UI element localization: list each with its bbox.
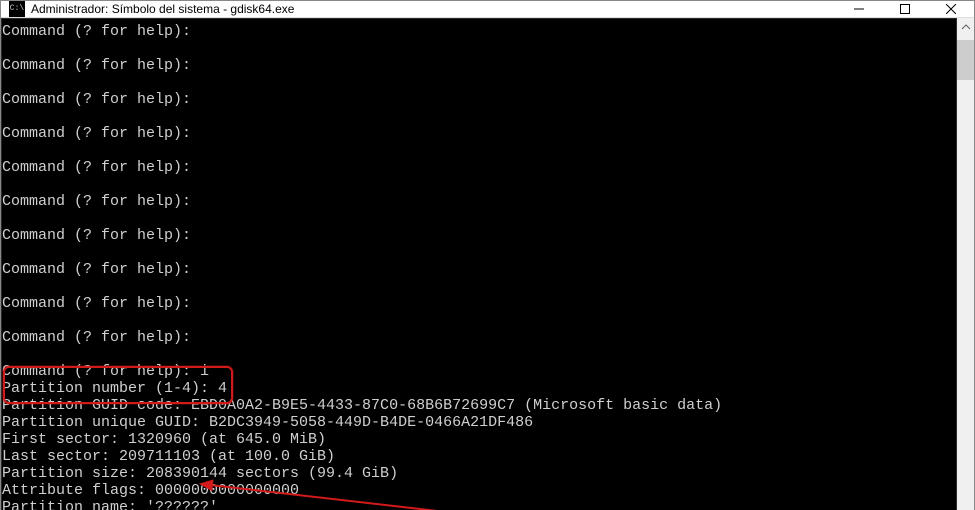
scroll-thumb[interactable] xyxy=(957,40,974,80)
terminal-line xyxy=(2,244,956,261)
terminal-line: Command (? for help): xyxy=(2,23,956,40)
terminal-line xyxy=(2,40,956,57)
client-area: Command (? for help): Command (? for hel… xyxy=(1,18,974,510)
window-title: Administrador: Símbolo del sistema - gdi… xyxy=(31,2,294,16)
terminal-line xyxy=(2,142,956,159)
terminal-line: Last sector: 209711103 (at 100.0 GiB) xyxy=(2,448,956,465)
terminal-line xyxy=(2,108,956,125)
terminal-line xyxy=(2,278,956,295)
terminal-line: Partition size: 208390144 sectors (99.4 … xyxy=(2,465,956,482)
terminal-line xyxy=(2,346,956,363)
terminal-line: Command (? for help): xyxy=(2,193,956,210)
maximize-button[interactable] xyxy=(882,1,928,17)
titlebar[interactable]: C:\ Administrador: Símbolo del sistema -… xyxy=(1,1,974,18)
terminal-line: Partition unique GUID: B2DC3949-5058-449… xyxy=(2,414,956,431)
terminal-line: Partition GUID code: EBD0A0A2-B9E5-4433-… xyxy=(2,397,956,414)
terminal-line: Command (? for help): xyxy=(2,57,956,74)
terminal-line: Partition name: '??????' xyxy=(2,499,956,510)
terminal-line: Partition number (1-4): 4 xyxy=(2,380,956,397)
minimize-icon xyxy=(854,4,864,14)
scroll-track[interactable] xyxy=(957,35,974,510)
vertical-scrollbar[interactable] xyxy=(957,18,974,510)
cmd-icon-glyph: C:\ xyxy=(10,5,24,13)
window-controls xyxy=(836,1,974,17)
terminal-line: Command (? for help): xyxy=(2,91,956,108)
terminal-line xyxy=(2,312,956,329)
chevron-up-icon xyxy=(961,22,971,32)
terminal-output[interactable]: Command (? for help): Command (? for hel… xyxy=(1,18,957,510)
terminal-line: Command (? for help): xyxy=(2,159,956,176)
terminal-line xyxy=(2,210,956,227)
minimize-button[interactable] xyxy=(836,1,882,17)
scroll-up-button[interactable] xyxy=(957,18,974,35)
window-frame: C:\ Administrador: Símbolo del sistema -… xyxy=(0,0,975,510)
maximize-icon xyxy=(900,4,910,14)
terminal-line xyxy=(2,176,956,193)
terminal-line: Command (? for help): xyxy=(2,261,956,278)
cmd-icon: C:\ xyxy=(9,1,25,17)
terminal-line: First sector: 1320960 (at 645.0 MiB) xyxy=(2,431,956,448)
terminal-line xyxy=(2,74,956,91)
terminal-line: Command (? for help): xyxy=(2,295,956,312)
terminal-line: Command (? for help): i xyxy=(2,363,956,380)
terminal-line: Command (? for help): xyxy=(2,227,956,244)
terminal-line: Command (? for help): xyxy=(2,329,956,346)
close-button[interactable] xyxy=(928,1,974,17)
terminal-line: Attribute flags: 0000000000000000 xyxy=(2,482,956,499)
terminal-line: Command (? for help): xyxy=(2,125,956,142)
close-icon xyxy=(946,4,956,14)
